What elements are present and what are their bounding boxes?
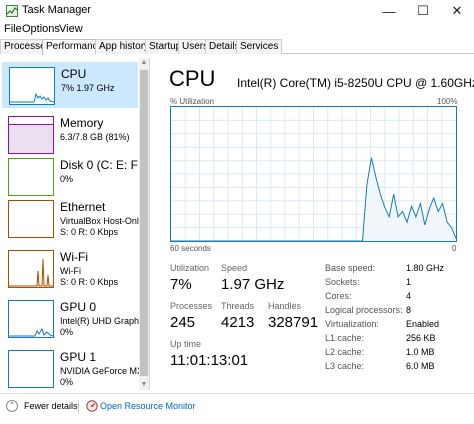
sidebar-item-subtitle: 6.3/7.8 GB (81%): [60, 132, 130, 142]
sidebar-item-gpu1[interactable]: GPU 1 NVIDIA GeForce MX 0%: [2, 346, 140, 390]
sidebar-scrollbar[interactable]: ▲ ▼: [139, 58, 149, 390]
sidebar-item-title: GPU 1: [60, 350, 97, 364]
sidebar-item-usage: 0%: [60, 327, 74, 337]
scroll-down-arrow-icon[interactable]: ▼: [139, 380, 149, 390]
gpu1-thumbnail-graph: [8, 350, 54, 388]
sidebar-item-subtitle: Wi-Fi: [60, 266, 81, 276]
cpu-utilization-plot: [171, 107, 457, 242]
menu-view[interactable]: View: [59, 23, 83, 35]
disk-thumbnail-graph: [8, 158, 54, 196]
tab-strip: Processes Performance App history Startu…: [0, 38, 474, 55]
resource-sidebar: CPU 7% 1.97 GHz Memory 6.3/7.8 GB (81%) …: [0, 58, 150, 390]
task-manager-window: Task Manager — ☐ ✕ File Options View Pro…: [0, 0, 474, 424]
task-manager-icon: [6, 5, 18, 17]
sidebar-item-subtitle: VirtualBox Host-Only: [60, 216, 140, 226]
page-title: CPU: [169, 66, 216, 91]
graph-y-max: 100%: [437, 97, 458, 106]
title-bar[interactable]: Task Manager — ☐ ✕: [0, 0, 474, 22]
spec-value: 1.80 GHz: [406, 263, 445, 273]
utilization-label: Utilization: [170, 263, 210, 273]
spec-label: Base speed:: [325, 263, 376, 273]
speed-value: 1.97 GHz: [221, 276, 285, 293]
sidebar-item-memory[interactable]: Memory 6.3/7.8 GB (81%): [2, 112, 138, 158]
menu-options[interactable]: Options: [22, 23, 60, 35]
open-resource-monitor-link[interactable]: Open Resource Monitor: [100, 401, 196, 411]
fewer-details-link[interactable]: Fewer details: [24, 401, 78, 411]
handles-value: 328791: [268, 314, 319, 331]
uptime-value: 11:01:13:01: [170, 352, 249, 369]
tab-services[interactable]: Services: [236, 39, 283, 54]
sidebar-item-wifi[interactable]: Wi-Fi Wi-Fi S: 0 R: 0 Kbps: [2, 246, 138, 292]
spec-label: Sockets:: [325, 277, 360, 287]
sidebar-item-subtitle: 7% 1.97 GHz: [61, 83, 115, 93]
memory-usage-fill: [9, 124, 53, 153]
cpu-utilization-graph: [170, 106, 457, 242]
spec-label: Logical processors:: [325, 305, 403, 315]
sidebar-item-title: Memory: [60, 116, 104, 130]
processes-value: 245: [170, 314, 196, 331]
footer-bar: ⌃ Fewer details Open Resource Monitor: [0, 393, 474, 424]
spec-value: 8: [406, 305, 412, 315]
spec-label: Cores:: [325, 291, 352, 301]
footer-divider: [78, 400, 79, 413]
threads-label: Threads: [221, 301, 255, 311]
sidebar-item-subtitle: 0%: [60, 174, 74, 184]
cpu-thumbnail-sparkline: [10, 92, 54, 103]
chevron-up-icon[interactable]: ⌃: [6, 400, 18, 412]
spec-value: 6.0 MB: [406, 361, 435, 371]
spec-value: 1: [406, 277, 412, 287]
cpu-thumbnail-graph: [9, 67, 55, 105]
sidebar-item-disk[interactable]: Disk 0 (C: E: F: D 0%: [2, 154, 149, 200]
sidebar-item-usage: 0%: [60, 377, 74, 387]
graph-y-label: % Utilization: [170, 97, 215, 106]
sidebar-item-title: Ethernet: [60, 200, 106, 214]
memory-thumbnail-graph: [8, 116, 54, 154]
processes-label: Processes: [170, 301, 213, 311]
sidebar-item-title: CPU: [61, 67, 87, 81]
threads-value: 4213: [221, 314, 255, 331]
sidebar-item-gpu0[interactable]: GPU 0 Intel(R) UHD Graphic 0%: [2, 296, 140, 342]
minimize-button[interactable]: —: [372, 0, 406, 22]
sidebar-item-subtitle: Intel(R) UHD Graphic: [60, 316, 140, 326]
sidebar-item-cpu[interactable]: CPU 7% 1.97 GHz: [2, 62, 138, 108]
sidebar-item-ethernet[interactable]: Ethernet VirtualBox Host-Only S: 0 R: 0 …: [2, 196, 140, 242]
spec-value: 1.0 MB: [406, 347, 435, 357]
handles-label: Handles: [268, 301, 302, 311]
gpu0-thumbnail-graph: [8, 300, 54, 338]
spec-value: 256 KB: [406, 333, 436, 343]
sidebar-item-subtitle: NVIDIA GeForce MX: [60, 366, 140, 376]
wifi-thumbnail-graph: [8, 250, 54, 288]
close-button[interactable]: ✕: [440, 0, 474, 22]
spec-label: Virtualization:: [325, 319, 379, 329]
scrollbar-thumb[interactable]: [140, 70, 148, 376]
uptime-label: Up time: [170, 339, 202, 349]
utilization-value: 7%: [170, 276, 192, 293]
sidebar-item-title: Disk 0 (C: E: F: D: [60, 158, 150, 172]
spec-label: L1 cache:: [325, 333, 365, 343]
maximize-button[interactable]: ☐: [406, 0, 440, 22]
window-title: Task Manager: [22, 4, 92, 16]
graph-time-span: 60 seconds: [170, 244, 211, 253]
gpu0-thumbnail-sparkline: [9, 327, 53, 337]
wifi-thumbnail-sparkline: [9, 258, 53, 287]
graph-time-end: 0: [452, 244, 457, 253]
resource-monitor-icon[interactable]: [86, 400, 98, 412]
spec-label: L2 cache:: [325, 347, 365, 357]
sidebar-item-throughput: S: 0 R: 0 Kbps: [60, 277, 119, 287]
ethernet-thumbnail-graph: [8, 200, 54, 238]
spec-value: Enabled: [406, 319, 440, 329]
cpu-model-name: Intel(R) Core(TM) i5-8250U CPU @ 1.60GHz: [237, 76, 474, 90]
spec-label: L3 cache:: [325, 361, 365, 371]
sidebar-item-title: GPU 0: [60, 300, 97, 314]
speed-label: Speed: [221, 263, 248, 273]
spec-value: 4: [406, 291, 412, 301]
scroll-up-arrow-icon[interactable]: ▲: [139, 58, 149, 68]
sidebar-item-throughput: S: 0 R: 0 Kbps: [60, 227, 119, 237]
menu-file[interactable]: File: [4, 23, 22, 35]
sidebar-item-title: Wi-Fi: [60, 250, 88, 264]
